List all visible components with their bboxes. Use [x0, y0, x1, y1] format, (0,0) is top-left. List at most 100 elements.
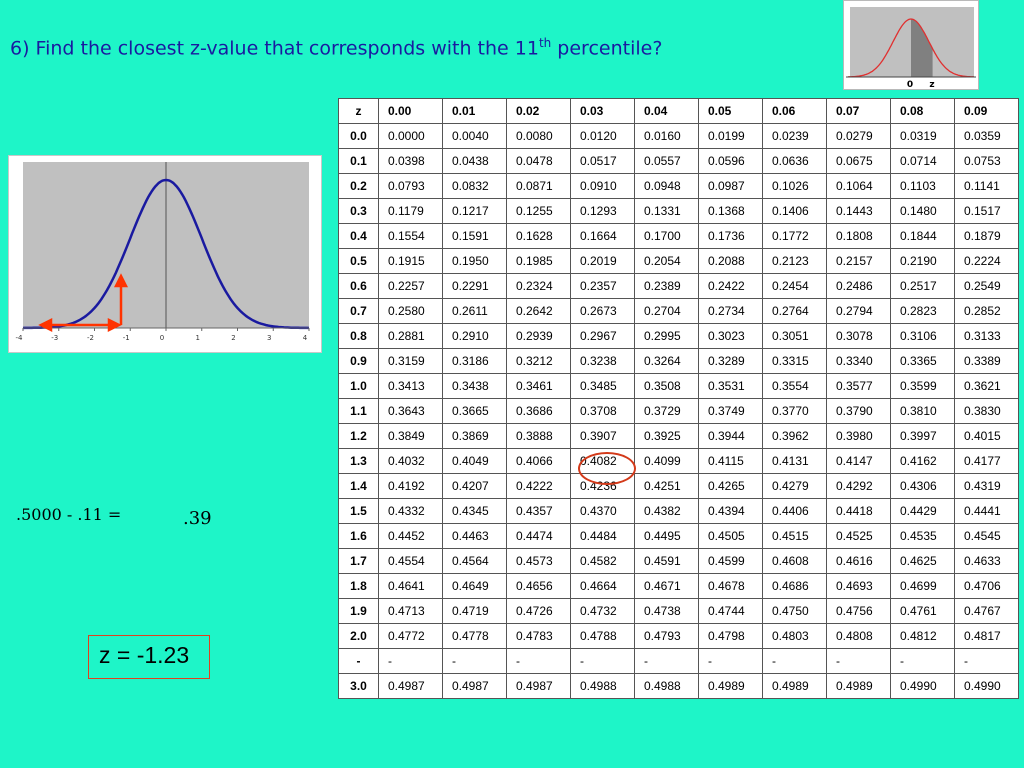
table-cell: 0.4382: [634, 498, 699, 524]
table-cell: 0.4452: [378, 523, 443, 549]
table-cell: 0.1554: [378, 223, 443, 249]
table-cell: 0.4394: [698, 498, 763, 524]
table-cell: 0.4474: [506, 523, 571, 549]
table-cell: 0.0478: [506, 148, 571, 174]
table-cell: 0.0675: [826, 148, 891, 174]
table-cell: 0.4162: [890, 448, 955, 474]
thumbnail-label-zero: 0: [907, 80, 913, 89]
calculation-expression: .5000 - .11 =: [16, 505, 122, 524]
table-cell: 0.3729: [634, 398, 699, 424]
table-cell: 0.4066: [506, 448, 571, 474]
table-cell: 0.0753: [954, 148, 1019, 174]
table-row: -----------: [338, 648, 1019, 674]
table-cell: 0.0120: [570, 123, 635, 149]
table-cell: 0.4693: [826, 573, 891, 599]
z-table-body: 0.0 0.0000 0.0040 0.0080 0.0120 0.0160 0.0199 0…: [338, 123, 1019, 699]
table-cell: 0.4719: [442, 598, 507, 624]
table-cell: 0.4564: [442, 548, 507, 574]
table-cell: 0.4332: [378, 498, 443, 524]
table-cell: 0.3944: [698, 423, 763, 449]
table-cell: 0.4441: [954, 498, 1019, 524]
table-cell: 0.4591: [634, 548, 699, 574]
table-cell: 0.1700: [634, 223, 699, 249]
table-cell: 0.1950: [442, 248, 507, 274]
table-cell: 0.4798: [698, 623, 763, 649]
table-row: 0.2 0.0793 0.0832 0.0871 0.0910 0.0948 0.0987 0…: [338, 173, 1019, 199]
table-row: 0.8 0.2881 0.2910 0.2939 0.2967 0.2995 0.3023 0…: [338, 323, 1019, 349]
table-cell: 0.2967: [570, 323, 635, 349]
table-cell: 0.4990: [954, 673, 1019, 699]
table-cell: 0.3365: [890, 348, 955, 374]
table-cell: 0.4463: [442, 523, 507, 549]
table-cell: 0.4495: [634, 523, 699, 549]
table-cell: 0.1443: [826, 198, 891, 224]
table-cell: 0.2190: [890, 248, 955, 274]
table-cell: 0.4099: [634, 448, 699, 474]
table-cell: 0.4987: [378, 673, 443, 699]
highlight-circle: [578, 452, 636, 485]
table-cell: 0.2794: [826, 298, 891, 324]
table-cell: 0.3830: [954, 398, 1019, 424]
table-row: 1.6 0.4452 0.4463 0.4474 0.4484 0.4495 0.4505 0…: [338, 523, 1019, 549]
table-row: 1.7 0.4554 0.4564 0.4573 0.4582 0.4591 0.4599 0…: [338, 548, 1019, 574]
table-cell: 0.1406: [762, 198, 827, 224]
table-cell: 0.4987: [442, 673, 507, 699]
table-cell: 0.3159: [378, 348, 443, 374]
table-cell: 0.1664: [570, 223, 635, 249]
table-cell: 0.1026: [762, 173, 827, 199]
table-cell: 0.1985: [506, 248, 571, 274]
row-header: 1.9: [338, 598, 379, 624]
table-row: 0.0 0.0000 0.0040 0.0080 0.0120 0.0160 0.0199 0…: [338, 123, 1019, 149]
table-cell: 0.3531: [698, 373, 763, 399]
table-cell: 0.4988: [570, 673, 635, 699]
table-cell: 0.3340: [826, 348, 891, 374]
table-cell: 0.4990: [890, 673, 955, 699]
table-cell: 0.3389: [954, 348, 1019, 374]
table-cell: -: [954, 648, 1019, 674]
table-cell: 0.4505: [698, 523, 763, 549]
table-cell: 0.2157: [826, 248, 891, 274]
table-cell: 0.4706: [954, 573, 1019, 599]
table-cell: 0.4808: [826, 623, 891, 649]
table-cell: 0.3315: [762, 348, 827, 374]
table-cell: 0.4656: [506, 573, 571, 599]
table-cell: 0.0871: [506, 173, 571, 199]
column-header: 0.02: [506, 98, 571, 124]
table-cell: 0.4279: [762, 473, 827, 499]
table-cell: 0.4793: [634, 623, 699, 649]
row-header: 0.4: [338, 223, 379, 249]
table-cell: 0.0080: [506, 123, 571, 149]
column-header: 0.07: [826, 98, 891, 124]
table-cell: 0.0040: [442, 123, 507, 149]
tick-label: 1: [196, 334, 200, 342]
table-cell: 0.0199: [698, 123, 763, 149]
table-cell: 0.1331: [634, 198, 699, 224]
table-cell: 0.3485: [570, 373, 635, 399]
table-cell: 0.4989: [826, 673, 891, 699]
table-cell: 0.0910: [570, 173, 635, 199]
table-cell: 0.1808: [826, 223, 891, 249]
thumbnail-svg: 0 z: [846, 7, 976, 90]
table-cell: 0.3508: [634, 373, 699, 399]
table-cell: 0.1736: [698, 223, 763, 249]
table-cell: 0.1368: [698, 198, 763, 224]
row-header: 1.4: [338, 473, 379, 499]
table-cell: 0.4554: [378, 548, 443, 574]
table-cell: 0.3810: [890, 398, 955, 424]
table-cell: 0.2054: [634, 248, 699, 274]
table-cell: 0.0714: [890, 148, 955, 174]
table-cell: 0.3621: [954, 373, 1019, 399]
table-cell: 0.3643: [378, 398, 443, 424]
table-cell: 0.2881: [378, 323, 443, 349]
table-cell: 0.4699: [890, 573, 955, 599]
table-cell: -: [634, 648, 699, 674]
table-cell: 0.4306: [890, 473, 955, 499]
question-text: 6) Find the closest z-value that corresp…: [10, 37, 539, 60]
z-column-header: z: [338, 98, 379, 124]
table-cell: 0.4222: [506, 473, 571, 499]
table-cell: 0.3980: [826, 423, 891, 449]
row-header: 0.5: [338, 248, 379, 274]
table-cell: 0.2580: [378, 298, 443, 324]
table-cell: 0.2257: [378, 273, 443, 299]
table-cell: 0.4582: [570, 548, 635, 574]
